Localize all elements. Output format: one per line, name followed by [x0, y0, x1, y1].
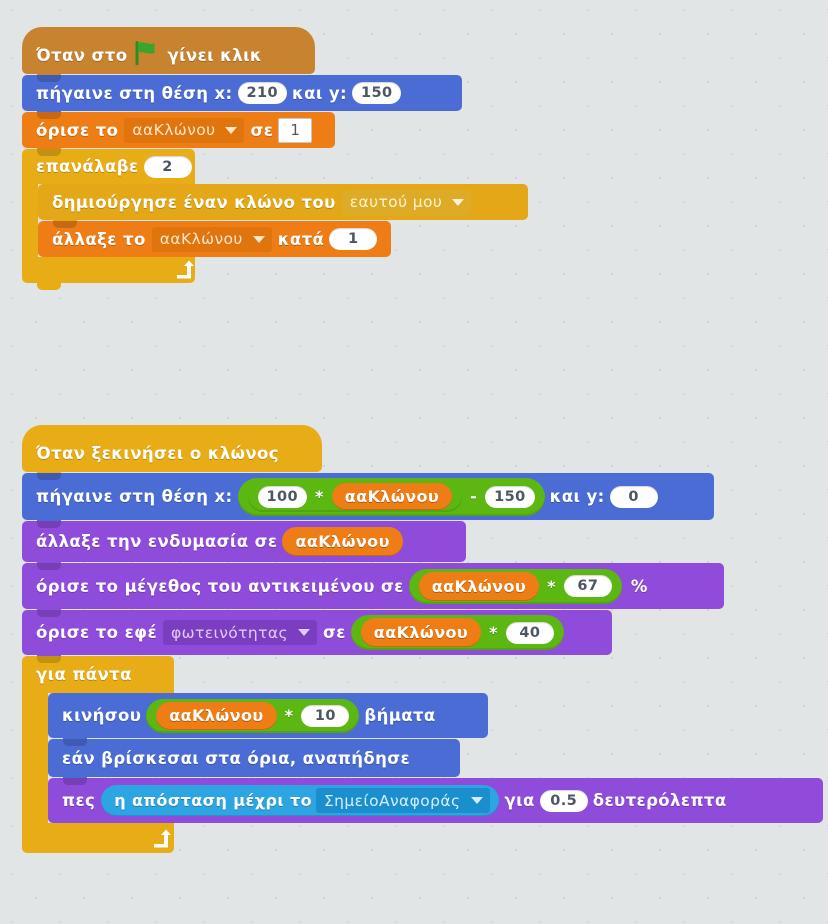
- switch-costume-label: άλλαξε την ενδυμασία σε: [36, 532, 278, 551]
- forever-footer: [22, 823, 174, 853]
- go-to-y-input[interactable]: 150: [352, 82, 402, 104]
- move-variable[interactable]: ααΚλώνου: [156, 701, 277, 730]
- sensing-distance-to-reporter[interactable]: η απόσταση μέχρι το ΣημείοΑναφοράς: [101, 785, 499, 816]
- loop-arrow-icon: [177, 260, 194, 279]
- chevron-down-icon: [452, 198, 465, 206]
- multiply-operand-a[interactable]: 100: [257, 485, 308, 508]
- set-variable-dropdown-value: ααΚλώνου: [132, 121, 216, 139]
- move-label-1: κινήσου: [62, 706, 142, 725]
- loop-arrow-icon: [154, 829, 171, 848]
- set-effect-dropdown-value: φωτεινότητας: [171, 623, 288, 642]
- block-when-i-start-as-clone[interactable]: Όταν ξεκινήσει ο κλώνος: [22, 425, 322, 479]
- when-clone-label: Όταν ξεκινήσει ο κλώνος: [36, 444, 279, 463]
- multiply-symbol: *: [547, 576, 556, 596]
- change-variable-label-2: κατά: [277, 229, 325, 249]
- distance-to-target: ΣημείοΑναφοράς: [323, 791, 461, 810]
- move-steps-input[interactable]: 10: [301, 704, 350, 727]
- block-go-to-xy[interactable]: πήγαινε στη θέση x: 210 και y: 150: [22, 75, 462, 118]
- repeat-times-input[interactable]: 2: [143, 155, 192, 178]
- distance-to-label: η απόσταση μέχρι το: [114, 791, 312, 810]
- multiply-symbol: *: [284, 706, 294, 725]
- change-variable-dropdown[interactable]: ααΚλώνου: [151, 226, 272, 252]
- green-flag-icon: [133, 41, 159, 66]
- repeat-body: δημιούργησε έναν κλώνο του εαυτού μου άλ…: [22, 184, 528, 264]
- set-effect-factor-input[interactable]: 40: [505, 621, 554, 644]
- variable-reporter-aaklonou[interactable]: ααΚλώνου: [331, 483, 453, 510]
- block-forever[interactable]: για πάντα κινήσου ααΚλώνου * 10 βήματα ε…: [22, 656, 823, 853]
- forever-body: κινήσου ααΚλώνου * 10 βήματα εάν βρίσκεσ…: [22, 693, 823, 830]
- set-effect-operator-multiply[interactable]: ααΚλώνου * 40: [350, 615, 564, 650]
- change-variable-label-1: άλλαξε το: [52, 229, 146, 249]
- scratch-workspace[interactable]: Όταν στο γίνει κλικ πήγαινε στη θέση x: …: [0, 0, 828, 924]
- set-effect-label-2: σε: [322, 623, 346, 642]
- when-flag-label-after: γίνει κλικ: [167, 46, 263, 65]
- block-move-steps[interactable]: κινήσου ααΚλώνου * 10 βήματα: [48, 693, 488, 745]
- repeat-left-arm: [22, 184, 38, 257]
- subtract-symbol: -: [470, 487, 478, 506]
- go-to-xy-label-1: πήγαινε στη θέση x:: [36, 83, 233, 103]
- move-operator-multiply[interactable]: ααΚλώνου * 10: [146, 698, 360, 733]
- say-seconds-input[interactable]: 0.5: [539, 789, 588, 812]
- set-variable-dropdown[interactable]: ααΚλώνου: [124, 117, 245, 143]
- say-label-2: για: [504, 791, 535, 810]
- chevron-down-icon: [252, 235, 265, 243]
- multiply-symbol: *: [315, 487, 324, 506]
- switch-costume-variable[interactable]: ααΚλώνου: [282, 527, 403, 556]
- operator-subtract[interactable]: 100 * ααΚλώνου - 150: [237, 477, 545, 516]
- move-label-2: βήματα: [364, 706, 436, 725]
- chevron-down-icon: [297, 629, 310, 636]
- repeat-label: επανάλαβε: [36, 157, 139, 176]
- go-to-xy-clone-label-1: πήγαινε στη θέση x:: [36, 487, 233, 506]
- block-set-variable[interactable]: όρισε το ααΚλώνου σε 1: [22, 112, 335, 155]
- set-size-operator-multiply[interactable]: ααΚλώνου * 67: [408, 568, 622, 604]
- when-flag-label-before: Όταν στο: [36, 46, 128, 65]
- block-go-to-xy-clone[interactable]: πήγαινε στη θέση x: 100 * ααΚλώνου - 150…: [22, 473, 714, 527]
- repeat-footer: [22, 257, 195, 290]
- go-to-x-input[interactable]: 210: [237, 82, 288, 104]
- chevron-down-icon: [470, 797, 483, 804]
- set-effect-dropdown[interactable]: φωτεινότητας: [163, 620, 317, 645]
- script-clone-start[interactable]: Όταν ξεκινήσει ο κλώνος πήγαινε στη θέση…: [22, 425, 823, 853]
- if-on-edge-bounce-label: εάν βρίσκεσαι στα όρια, αναπήδησε: [62, 748, 411, 768]
- change-variable-value-input[interactable]: 1: [329, 228, 378, 250]
- set-effect-variable[interactable]: ααΚλώνου: [360, 618, 482, 647]
- set-variable-label-1: όρισε το: [36, 120, 119, 140]
- block-set-effect[interactable]: όρισε το εφέ φωτεινότητας σε ααΚλώνου * …: [22, 610, 612, 662]
- script-green-flag[interactable]: Όταν στο γίνει κλικ πήγαινε στη θέση x: …: [22, 27, 528, 290]
- go-to-xy-label-2: και y:: [292, 83, 348, 103]
- subtract-operand-b[interactable]: 150: [485, 485, 535, 508]
- forever-left-arm: [22, 693, 48, 823]
- block-change-variable[interactable]: άλλαξε το ααΚλώνου κατά 1: [38, 221, 391, 264]
- forever-header[interactable]: για πάντα: [22, 656, 174, 693]
- set-size-unit: %: [630, 576, 648, 596]
- block-repeat[interactable]: επανάλαβε 2 δημιούργησε έναν κλώνο του ε…: [22, 149, 528, 290]
- block-switch-costume[interactable]: άλλαξε την ενδυμασία σε ααΚλώνου: [22, 521, 466, 569]
- set-size-label: όρισε το μέγεθος του αντικειμένου σε: [36, 576, 404, 596]
- block-create-clone[interactable]: δημιούργησε έναν κλώνο του εαυτού μου: [38, 184, 528, 227]
- say-label-3: δευτερόλεπτα: [592, 791, 727, 810]
- repeat-header[interactable]: επανάλαβε 2: [22, 149, 195, 184]
- go-to-clone-y-input[interactable]: 0: [609, 485, 658, 508]
- multiply-symbol: *: [489, 623, 498, 642]
- chevron-down-icon: [225, 126, 238, 134]
- set-size-variable[interactable]: ααΚλώνου: [418, 571, 540, 601]
- block-if-on-edge-bounce[interactable]: εάν βρίσκεσαι στα όρια, αναπήδησε: [48, 739, 460, 784]
- operator-multiply[interactable]: 100 * ααΚλώνου: [247, 481, 463, 512]
- forever-label: για πάντα: [36, 665, 132, 684]
- create-clone-target: εαυτού μου: [349, 193, 443, 211]
- set-variable-label-2: σε: [250, 120, 274, 140]
- say-label-1: πες: [62, 791, 96, 810]
- set-size-factor-input[interactable]: 67: [563, 575, 612, 597]
- create-clone-label: δημιούργησε έναν κλώνο του: [52, 192, 336, 212]
- set-effect-label-1: όρισε το εφέ: [36, 623, 158, 642]
- block-say-for-seconds[interactable]: πες η απόσταση μέχρι το ΣημείοΑναφοράς γ…: [48, 778, 823, 830]
- set-variable-value-input[interactable]: 1: [278, 117, 313, 143]
- distance-to-dropdown[interactable]: ΣημείοΑναφοράς: [315, 788, 490, 813]
- block-when-green-flag-clicked[interactable]: Όταν στο γίνει κλικ: [22, 27, 315, 81]
- block-set-size[interactable]: όρισε το μέγεθος του αντικειμένου σε ααΚ…: [22, 563, 724, 616]
- go-to-xy-clone-label-2: και y:: [549, 487, 605, 506]
- change-variable-dropdown-value: ααΚλώνου: [159, 230, 243, 248]
- create-clone-dropdown[interactable]: εαυτού μου: [341, 189, 472, 215]
